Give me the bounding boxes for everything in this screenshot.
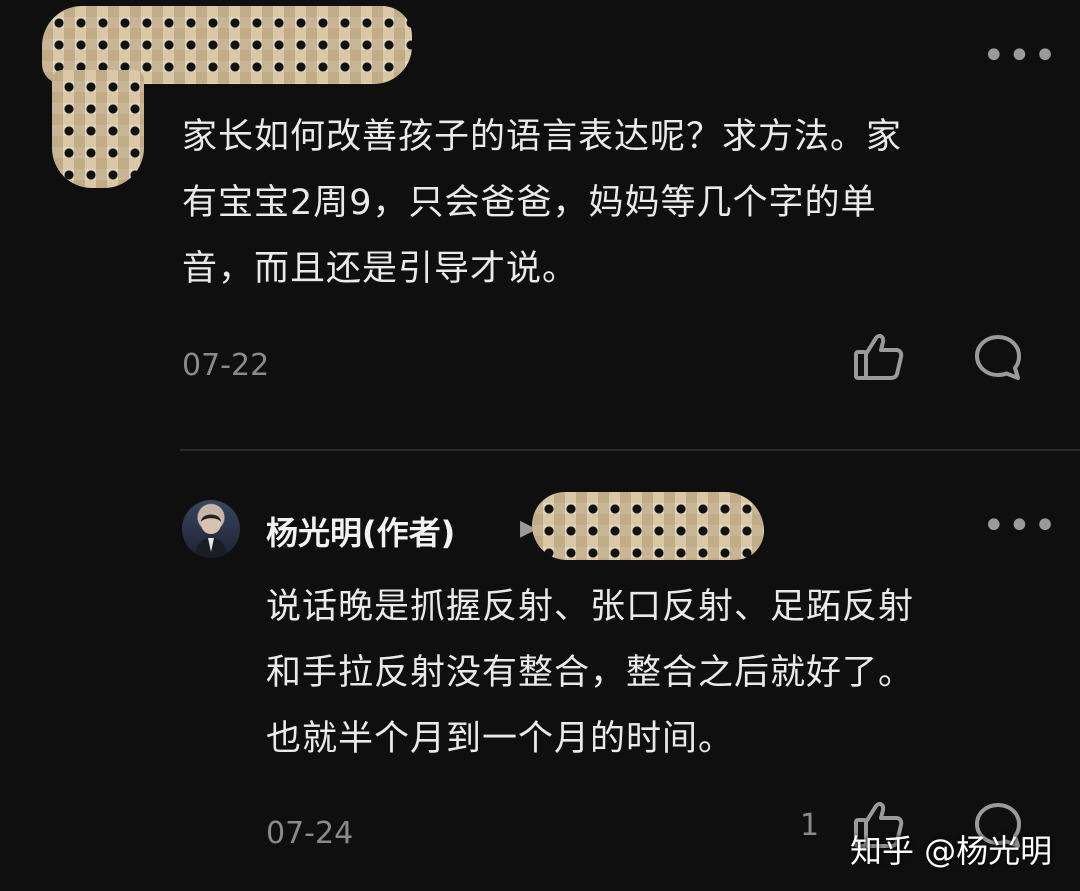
more-options-button[interactable]: ••• (982, 506, 1059, 546)
avatar[interactable] (182, 500, 240, 558)
reply-date: 07-24 (266, 816, 354, 851)
reply-line: 和手拉反射没有整合，整合之后就好了。 (266, 653, 915, 693)
divider (180, 449, 1080, 451)
comment-body: 家长如何改善孩子的语言表达呢？求方法。家 有宝宝2周9，只会爸爸，妈妈等几个字的… (182, 104, 1042, 302)
comment-date: 07-22 (182, 348, 270, 383)
like-count: 1 (800, 808, 820, 843)
comment-line: 有宝宝2周9，只会爸爸，妈妈等几个字的单 (182, 183, 877, 223)
author-name[interactable]: 杨光明(作者) (266, 508, 455, 554)
watermark: 知乎 @杨光明 (850, 832, 1053, 870)
comment-line: 家长如何改善孩子的语言表达呢？求方法。家 (182, 117, 903, 157)
reply-body: 说话晚是抓握反射、张口反射、足跖反射 和手拉反射没有整合，整合之后就好了。 也就… (266, 574, 1056, 772)
comment-line: 音，而且还是引导才说。 (182, 249, 579, 289)
more-options-button[interactable]: ••• (982, 36, 1059, 76)
comment-icon[interactable] (972, 332, 1024, 384)
reply-line: 说话晚是抓握反射、张口反射、足跖反射 (266, 587, 915, 627)
thumbs-up-icon[interactable] (852, 332, 904, 382)
censored-avatar-tail (52, 70, 144, 188)
reply-line: 也就半个月到一个月的时间。 (266, 719, 735, 759)
censored-reply-target (532, 492, 764, 560)
